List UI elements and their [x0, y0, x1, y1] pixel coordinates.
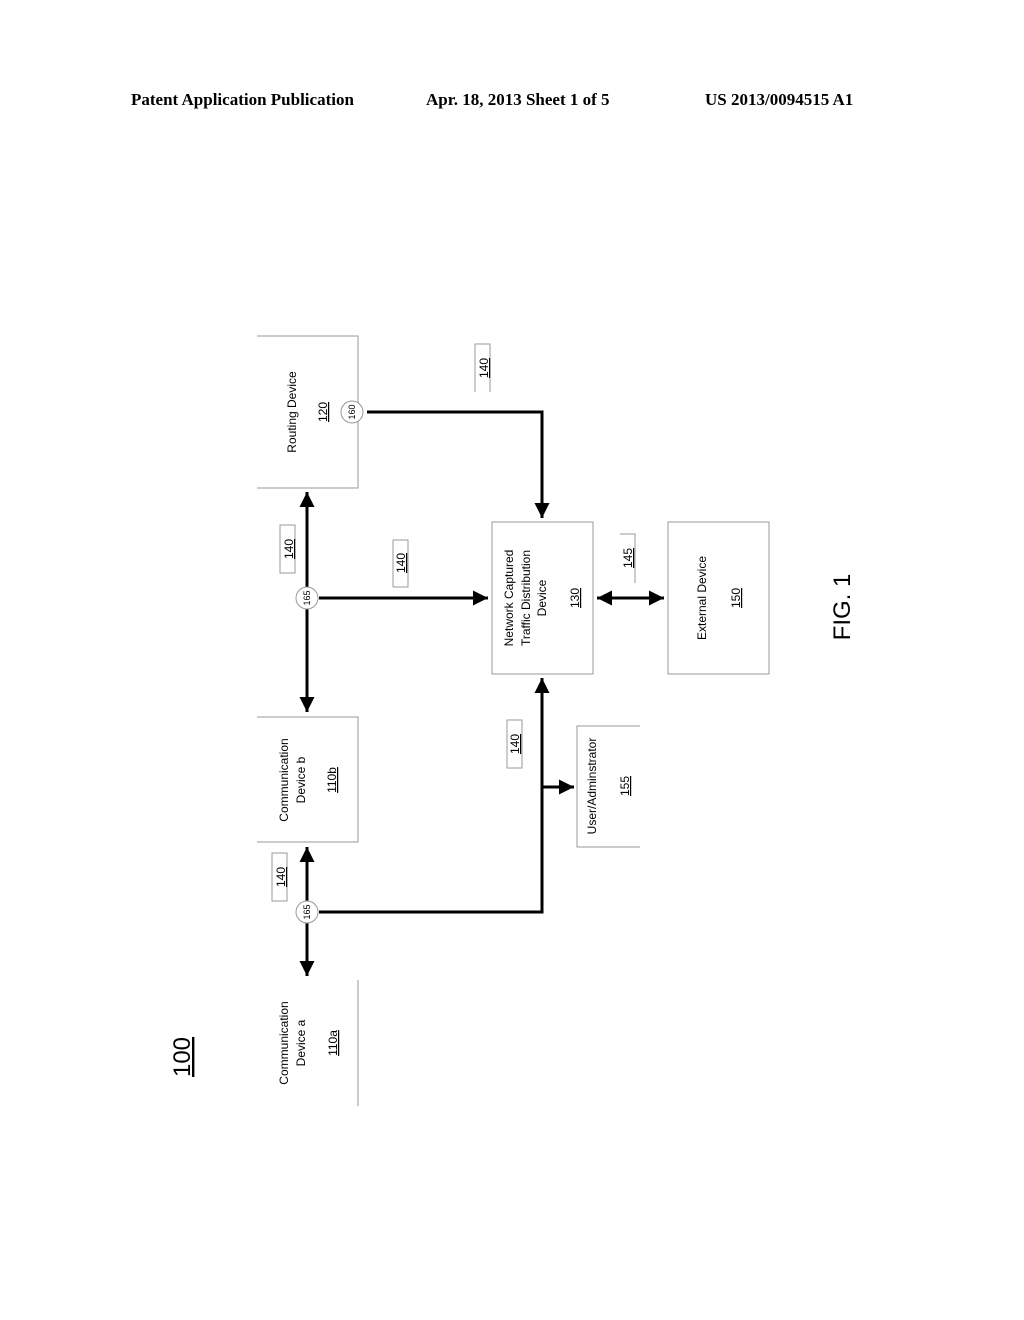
svg-text:140: 140 — [282, 539, 296, 559]
svg-text:145: 145 — [621, 548, 635, 568]
nctd-ref: 130 — [568, 588, 582, 608]
external-device-ref: 150 — [729, 588, 743, 608]
block-external-device: External Device 150 — [667, 521, 770, 675]
external-device-label: External Device — [695, 556, 709, 640]
node-tap-upper-label: 165 — [302, 590, 312, 605]
block-comm-device-a: Communication Device a 110a — [277, 980, 359, 1106]
ref-link-tap-nctd: 140 — [392, 539, 409, 588]
svg-text:140: 140 — [394, 553, 408, 573]
block-comm-device-b: Communication Device b 110b — [257, 716, 359, 843]
comm-a-label-2: Device a — [294, 1019, 308, 1066]
comm-a-ref: 110a — [326, 1030, 340, 1056]
ref-link-user: 140 — [506, 719, 523, 769]
svg-text:140: 140 — [508, 734, 522, 754]
link-tap-lower-to-nctd — [319, 678, 550, 914]
nctd-label-3: Device — [535, 579, 549, 616]
svg-text:140: 140 — [274, 867, 288, 887]
ref-link-routing-b: 140 — [279, 524, 296, 574]
nctd-label-2: Traffic Distribution — [519, 550, 533, 646]
link-routing-port-to-nctd — [367, 410, 550, 518]
ref-link-top: 140 — [474, 343, 491, 392]
comm-a-label-1: Communication — [277, 1001, 291, 1084]
node-tap-lower-label: 165 — [302, 904, 312, 919]
user-admin-ref: 155 — [618, 776, 632, 796]
block-nctd-device: Network Captured Traffic Distribution De… — [491, 521, 594, 675]
connectors — [299, 410, 664, 976]
routing-device-ref: 120 — [316, 402, 330, 422]
user-admin-label: User/Adminstrator — [585, 738, 599, 835]
node-tap-lower: 165 — [295, 900, 319, 924]
comm-b-label-1: Communication — [277, 738, 291, 821]
system-ref-100: 100 — [169, 1037, 196, 1077]
figure-diagram: Routing Device 120 Communication Device … — [169, 335, 856, 1106]
comm-b-ref: 110b — [325, 767, 339, 793]
node-tap-upper: 165 — [295, 586, 319, 610]
node-port-routing-label: 160 — [347, 404, 357, 419]
svg-text:140: 140 — [477, 358, 491, 378]
comm-b-label-2: Device b — [294, 756, 308, 803]
ref-link-a-b: 140 — [271, 852, 288, 902]
node-port-routing: 160 — [340, 400, 364, 424]
figure-caption: FIG. 1 — [829, 574, 856, 641]
ref-link-external: 145 — [620, 533, 636, 583]
routing-device-label: Routing Device — [285, 371, 299, 453]
block-user-admin: User/Adminstrator 155 — [576, 725, 640, 848]
nctd-label-1: Network Captured — [502, 550, 516, 647]
